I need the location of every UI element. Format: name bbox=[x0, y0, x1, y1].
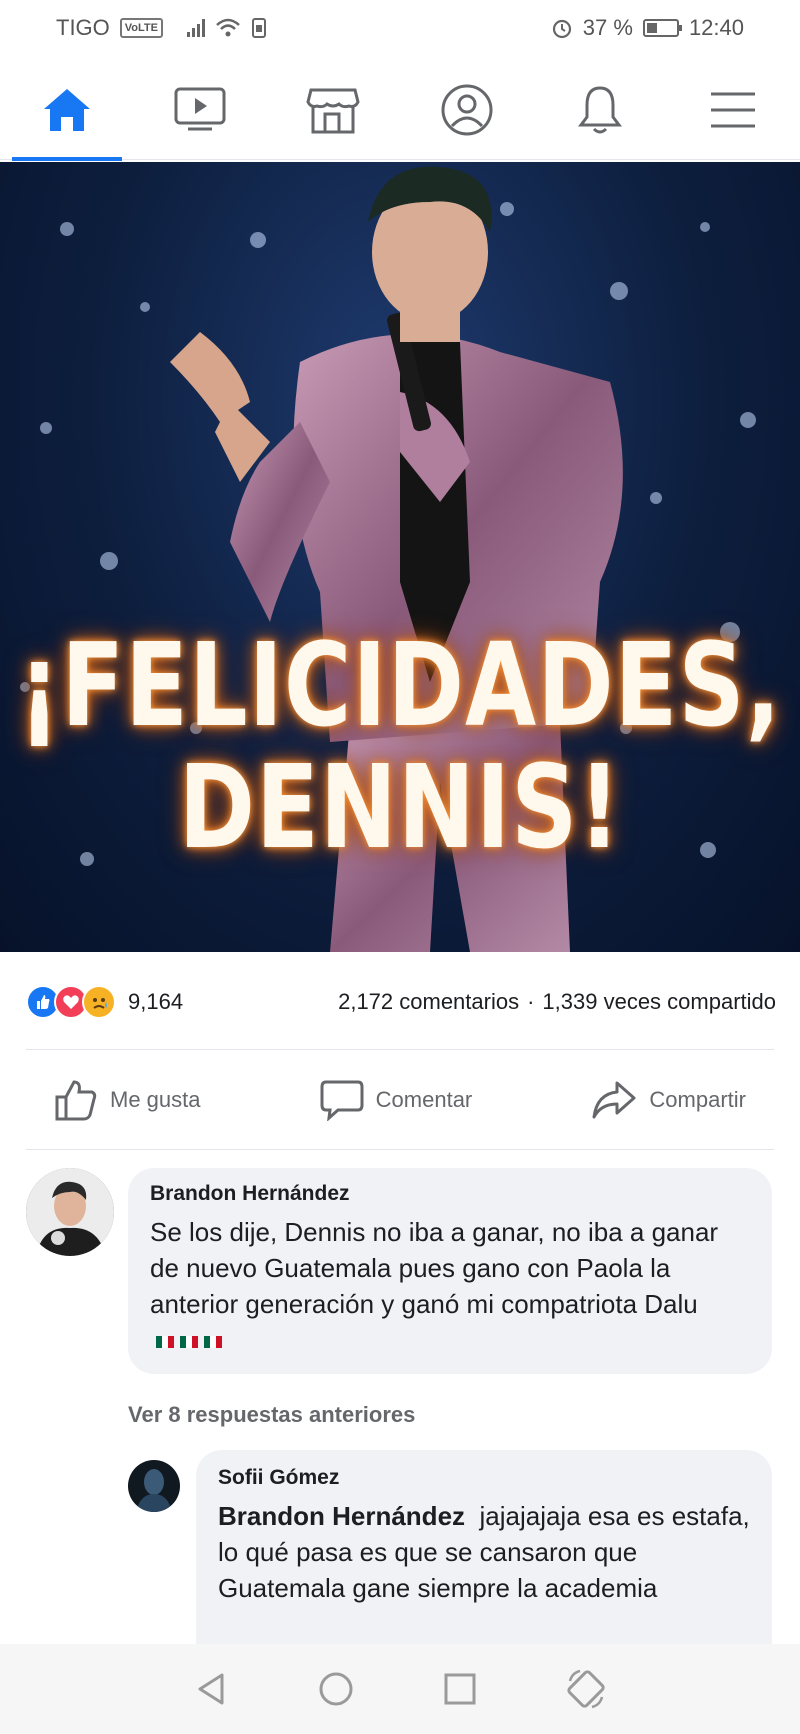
sim-icon bbox=[251, 18, 266, 38]
reply-text: Brandon Hernández jajajajaja esa es esta… bbox=[218, 1498, 750, 1606]
back-icon[interactable] bbox=[192, 1669, 232, 1709]
reaction-count-button[interactable]: 9,164 bbox=[26, 985, 183, 1019]
top-navigation bbox=[0, 60, 800, 161]
alarm-icon bbox=[552, 19, 571, 39]
comment-bubble[interactable]: Brandon Hernández Se los dije, Dennis no… bbox=[128, 1168, 772, 1374]
mexico-flags bbox=[156, 1336, 222, 1349]
home-button-icon[interactable] bbox=[316, 1669, 356, 1709]
reply-avatar[interactable] bbox=[128, 1460, 180, 1512]
thumbs-up-icon bbox=[55, 1080, 97, 1121]
share-button[interactable]: Compartir bbox=[563, 1080, 774, 1120]
volte-badge: VoLTE bbox=[119, 18, 163, 38]
image-caption-line2: DENNIS! bbox=[178, 740, 622, 875]
rotate-screen-icon[interactable] bbox=[564, 1667, 608, 1711]
shares-count-link[interactable]: 1,339 veces compartido bbox=[542, 989, 776, 1015]
post-image[interactable]: ¡FELICIDADES, DENNIS! bbox=[0, 162, 800, 952]
status-bar: TIGO VoLTE 37 % 12:40 bbox=[0, 0, 800, 56]
sad-reaction-icon bbox=[82, 985, 116, 1019]
marketplace-icon bbox=[306, 88, 360, 133]
nav-notifications[interactable] bbox=[545, 60, 655, 160]
divider bbox=[26, 1049, 774, 1050]
home-icon bbox=[43, 88, 90, 131]
separator-dot: · bbox=[527, 989, 535, 1014]
share-label: Compartir bbox=[649, 1087, 746, 1112]
comment-icon bbox=[320, 1080, 364, 1121]
reply-mention[interactable]: Brandon Hernández bbox=[218, 1501, 465, 1531]
nav-video[interactable] bbox=[145, 60, 255, 160]
comment-text: Se los dije, Dennis no iba a ganar, no i… bbox=[150, 1214, 750, 1358]
carrier-label: TIGO bbox=[56, 15, 110, 40]
bell-icon bbox=[577, 85, 622, 133]
comment-label: Comentar bbox=[375, 1087, 473, 1112]
recents-icon[interactable] bbox=[440, 1669, 480, 1709]
nav-profile[interactable] bbox=[412, 60, 522, 160]
comment-button[interactable]: Comentar bbox=[292, 1079, 501, 1121]
mexico-flag-icon bbox=[204, 1336, 222, 1349]
post-actions: Me gusta Comentar Compartir bbox=[26, 1060, 774, 1140]
image-caption-line1: ¡FELICIDADES, bbox=[18, 618, 782, 753]
commenter-avatar[interactable] bbox=[26, 1168, 114, 1256]
battery-percentage: 37 % bbox=[582, 15, 633, 40]
signal-icon bbox=[186, 19, 205, 37]
reply-author[interactable]: Sofii Gómez bbox=[218, 1466, 750, 1490]
comment-author[interactable]: Brandon Hernández bbox=[150, 1182, 750, 1206]
clock: 12:40 bbox=[688, 15, 744, 40]
comment-body: Se los dije, Dennis no iba a ganar, no i… bbox=[150, 1217, 719, 1319]
wifi-icon bbox=[216, 18, 240, 37]
view-previous-replies[interactable]: Ver 8 respuestas anteriores bbox=[128, 1402, 415, 1428]
reaction-count: 9,164 bbox=[128, 989, 184, 1014]
nav-menu[interactable] bbox=[678, 60, 788, 160]
mexico-flag-icon bbox=[180, 1336, 198, 1349]
nav-marketplace[interactable] bbox=[278, 60, 388, 160]
video-icon bbox=[174, 87, 226, 130]
menu-icon bbox=[711, 92, 756, 127]
battery-icon bbox=[642, 19, 682, 37]
like-label: Me gusta bbox=[110, 1087, 201, 1112]
reply-bubble[interactable]: Sofii Gómez Brandon Hernández jajajajaja… bbox=[196, 1450, 772, 1646]
nav-home[interactable] bbox=[11, 60, 122, 161]
mexico-flag-icon bbox=[156, 1336, 174, 1349]
system-navigation-bar bbox=[0, 1644, 800, 1734]
like-button[interactable]: Me gusta bbox=[26, 1079, 229, 1121]
reactions-summary: 9,164 2,172 comentarios · 1,339 veces co… bbox=[26, 980, 776, 1024]
comments-count-link[interactable]: 2,172 comentarios bbox=[338, 989, 519, 1015]
share-icon bbox=[592, 1081, 636, 1119]
profile-icon bbox=[441, 84, 493, 135]
divider bbox=[26, 1149, 774, 1150]
